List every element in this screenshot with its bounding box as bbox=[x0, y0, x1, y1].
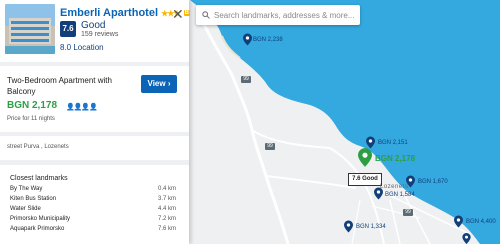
rating-word: Good bbox=[81, 20, 106, 31]
occupancy-icon: 👤👤👤👤 bbox=[66, 104, 98, 111]
landmark-distance: 7.6 km bbox=[157, 226, 176, 232]
landmark-name: Water Slide bbox=[10, 206, 41, 212]
location-score: 8.0 Location bbox=[60, 43, 104, 52]
address-card: street Purva , Lozenets bbox=[0, 136, 189, 160]
map-pin[interactable] bbox=[374, 187, 383, 200]
map-search-box[interactable]: Search landmarks, addresses & more... bbox=[196, 5, 360, 25]
road-shield: 99 bbox=[403, 209, 413, 216]
offer-card: Two-Bedroom Apartment with Balcony BGN 2… bbox=[0, 66, 189, 132]
landmark-distance: 7.2 km bbox=[157, 216, 176, 222]
landmark-row: Primorsko Municipality 7.2 km bbox=[10, 216, 176, 224]
selected-map-pin[interactable] bbox=[358, 148, 372, 167]
view-button[interactable]: View › bbox=[141, 75, 177, 93]
landmark-name: By The Way bbox=[10, 186, 43, 192]
pin-price-label[interactable]: BGN 1,334 bbox=[356, 224, 386, 230]
landmark-distance: 3.7 km bbox=[157, 196, 176, 202]
map-pin[interactable] bbox=[454, 215, 463, 228]
town-label: Lozenets bbox=[380, 184, 409, 190]
search-icon bbox=[202, 11, 210, 19]
map-pin[interactable] bbox=[462, 233, 471, 244]
view-button-label: View bbox=[147, 79, 166, 88]
price: BGN 2,178 bbox=[7, 100, 58, 111]
landmark-row: Kiten Bus Station 3.7 km bbox=[10, 196, 176, 204]
landmark-row: Water Slide 4.4 km bbox=[10, 206, 176, 214]
rating-tooltip: 7.6 Good bbox=[348, 173, 382, 186]
hotel-address: street Purva , Lozenets bbox=[7, 144, 69, 150]
hotel-side-panel: Emberli Aparthotel ★★★ B ✕ 7.6 Good 159 … bbox=[0, 0, 190, 244]
road-shield: 99 bbox=[265, 143, 275, 150]
road-shield: 99 bbox=[241, 76, 251, 83]
pin-price-label[interactable]: BGN 1,584 bbox=[385, 192, 415, 198]
landmarks-card: Closest landmarks By The Way 0.4 km Kite… bbox=[0, 165, 189, 244]
search-input[interactable]: Search landmarks, addresses & more... bbox=[214, 11, 355, 20]
close-icon[interactable]: ✕ bbox=[172, 6, 184, 23]
landmark-name: Primorsko Municipality bbox=[10, 216, 71, 222]
preferred-badge: B bbox=[183, 10, 190, 16]
landmark-distance: 4.4 km bbox=[157, 206, 176, 212]
hotel-photo[interactable] bbox=[5, 4, 55, 54]
pin-price-label[interactable]: BGN 2,238 bbox=[253, 37, 283, 43]
map-pin[interactable] bbox=[243, 33, 252, 46]
room-type: Two-Bedroom Apartment with Balcony bbox=[7, 76, 112, 96]
selected-pin-price-label[interactable]: BGN 2,178 bbox=[375, 154, 415, 163]
landmark-row: By The Way 0.4 km bbox=[10, 186, 176, 194]
hotel-name[interactable]: Emberli Aparthotel ★★★ B bbox=[60, 7, 190, 19]
pin-price-label[interactable]: BGN 1,670 bbox=[418, 179, 448, 185]
hotel-name-text[interactable]: Emberli Aparthotel bbox=[60, 7, 158, 19]
map-pin[interactable] bbox=[344, 220, 353, 233]
landmark-name: Aquapark Primorsko bbox=[10, 226, 65, 232]
landmark-name: Kiten Bus Station bbox=[10, 196, 57, 202]
chevron-right-icon: › bbox=[167, 79, 171, 88]
review-score-badge: 7.6 bbox=[60, 21, 76, 37]
pin-price-label[interactable]: BGN 2,151 bbox=[378, 140, 408, 146]
hotel-card[interactable]: Emberli Aparthotel ★★★ B ✕ 7.6 Good 159 … bbox=[0, 0, 190, 62]
landmarks-title: Closest landmarks bbox=[10, 175, 68, 182]
pin-price-label[interactable]: BGN 4,400 bbox=[466, 219, 496, 225]
price-note: Price for 11 nights bbox=[7, 116, 55, 122]
review-count: 159 reviews bbox=[81, 31, 119, 38]
landmark-distance: 0.4 km bbox=[157, 186, 176, 192]
landmark-row: Aquapark Primorsko 7.6 km bbox=[10, 226, 176, 234]
map-pin[interactable] bbox=[406, 175, 415, 188]
